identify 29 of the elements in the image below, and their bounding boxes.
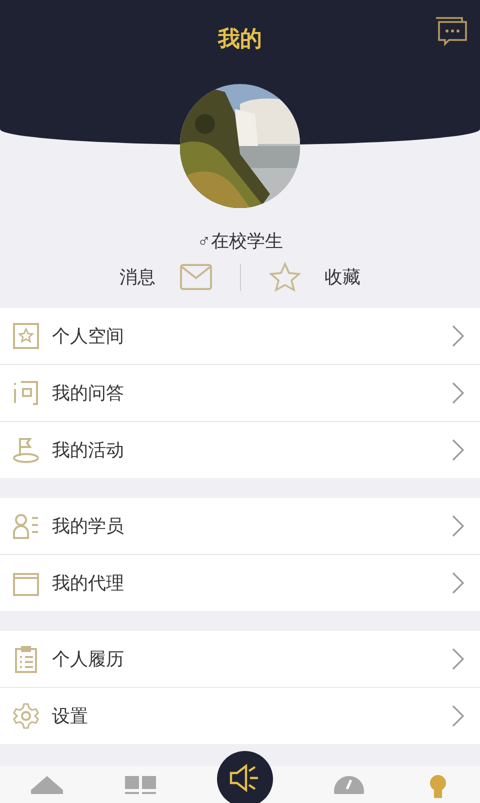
clipboard-icon <box>12 645 40 673</box>
menu-item[interactable]: 设置 <box>0 688 480 744</box>
chevron-right-icon <box>452 325 464 347</box>
gear-icon <box>12 702 40 730</box>
menu-item[interactable]: 我的问答 <box>0 365 480 421</box>
star-box-icon <box>12 322 40 350</box>
menu-item[interactable]: 个人空间 <box>0 308 480 364</box>
home-icon[interactable] <box>30 774 64 794</box>
shortcut-button[interactable]: 消息 <box>120 264 212 290</box>
flag-icon <box>12 436 40 464</box>
chevron-right-icon <box>452 572 464 594</box>
star-icon <box>268 262 300 292</box>
chevron-right-icon <box>452 515 464 537</box>
user-role: ♂在校学生 <box>197 230 283 253</box>
shortcut-button[interactable]: 收藏 <box>268 262 360 292</box>
menu-item[interactable]: 个人履历 <box>0 631 480 687</box>
menu-item[interactable]: 我的活动 <box>0 422 480 478</box>
menu-item[interactable]: 我的代理 <box>0 555 480 611</box>
chevron-right-icon <box>452 439 464 461</box>
grid-icon[interactable] <box>124 774 157 794</box>
page-title: 我的 <box>218 25 262 53</box>
envelope-icon <box>180 264 212 290</box>
chevron-right-icon <box>452 382 464 404</box>
person-list-icon <box>12 512 40 540</box>
menu-item[interactable]: 我的学员 <box>0 498 480 554</box>
chat-icon[interactable] <box>434 16 468 46</box>
question-character-icon <box>12 379 40 407</box>
chevron-right-icon <box>452 705 464 727</box>
chevron-right-icon <box>452 648 464 670</box>
